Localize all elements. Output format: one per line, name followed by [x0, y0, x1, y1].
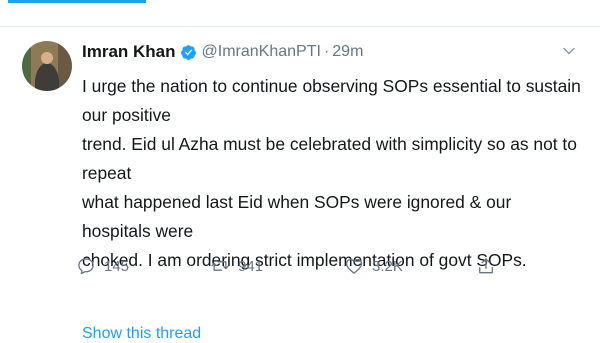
retweet-icon [210, 256, 230, 276]
avatar[interactable] [22, 41, 72, 91]
retweet-button[interactable]: 941 [210, 254, 263, 278]
tweet-text-line: I urge the nation to continue observing … [82, 76, 581, 125]
tweet-text: I urge the nation to continue observing … [82, 72, 582, 275]
like-button[interactable]: 3.2K [344, 254, 403, 278]
retweet-count: 941 [238, 257, 264, 275]
tweet-text-line: trend. Eid ul Azha must be celebrated wi… [82, 134, 577, 183]
author-handle[interactable]: @ImranKhanPTI [202, 43, 321, 61]
active-tab-indicator [8, 0, 146, 3]
verified-badge-icon [180, 44, 197, 61]
divider [0, 26, 600, 27]
heart-icon [344, 256, 364, 276]
share-icon [476, 256, 496, 276]
tweet-time[interactable]: 29m [332, 43, 363, 61]
share-button[interactable] [476, 254, 496, 278]
separator-dot: · [323, 43, 330, 60]
tweet-actions: 145 941 3.2K [76, 254, 506, 278]
reply-icon [76, 256, 96, 276]
tweet-text-line: what happened last Eid when SOPs were ig… [82, 192, 512, 241]
chevron-down-icon[interactable] [561, 43, 577, 59]
reply-count: 145 [104, 257, 130, 275]
tab-strip [0, 0, 600, 26]
like-count: 3.2K [372, 257, 403, 275]
tweet-header: Imran Khan @ImranKhanPTI · 29m [82, 41, 363, 63]
reply-button[interactable]: 145 [76, 254, 129, 278]
author-name[interactable]: Imran Khan [82, 42, 176, 62]
show-thread-link[interactable]: Show this thread [82, 325, 201, 343]
